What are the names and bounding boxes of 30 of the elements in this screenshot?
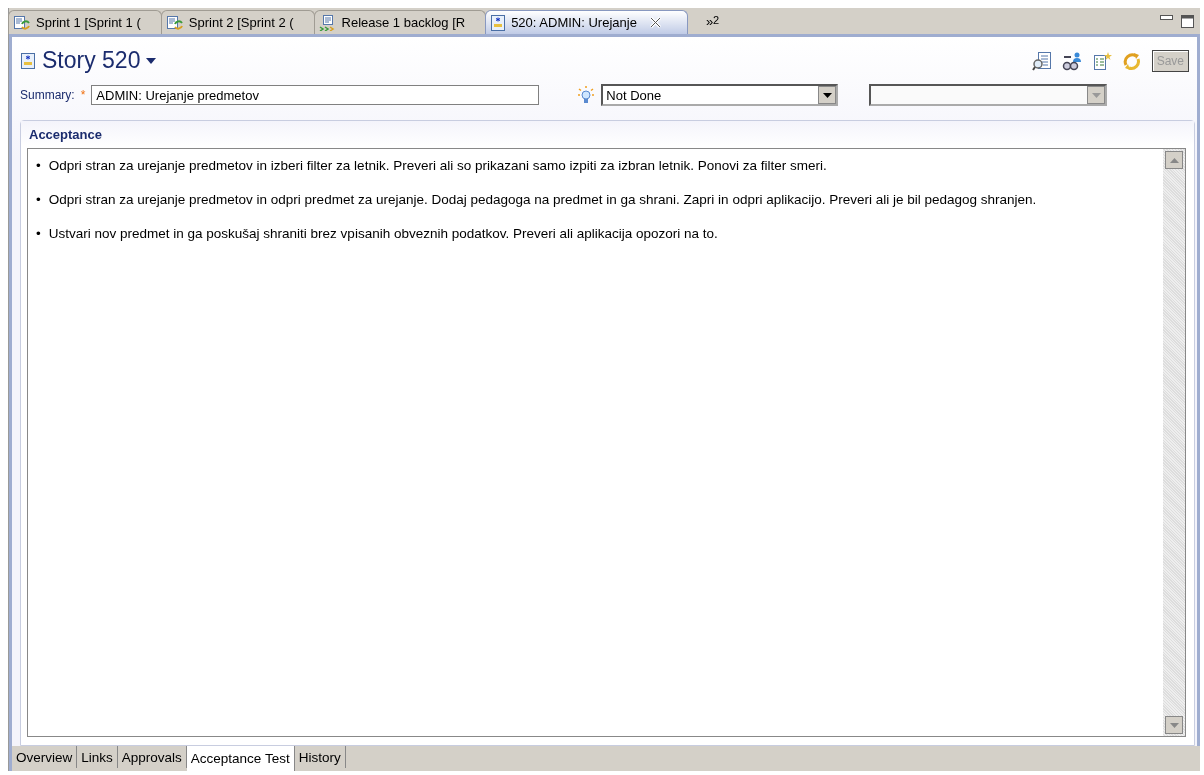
status-dropdown[interactable]: Not Done [601, 84, 839, 106]
page-tab[interactable]: Acceptance Test [186, 746, 295, 771]
caret-icon [1091, 92, 1101, 98]
caret-icon [822, 92, 832, 98]
editor-tab[interactable]: Release 1 backlog [R [313, 10, 487, 34]
document-refresh-icon [13, 14, 31, 31]
summary-field[interactable]: ADMIN: Urejanje predmetov [91, 85, 540, 105]
story-icon [20, 52, 36, 69]
list-star-icon[interactable] [1091, 50, 1112, 71]
acceptance-criterion: Odpri stran za urejanje predmetov in izberi filter za letnik. Preveri ali so prikazani samo izpiti za izbran letnik. Ponovi za filter smeri. [48, 158, 827, 173]
editor-tab[interactable]: Sprint 1 [Sprint 1 ( [8, 10, 162, 34]
editor-title: Story 520 [42, 47, 141, 74]
release-backlog-icon [318, 14, 337, 31]
dropdown-caret-icon[interactable] [146, 57, 157, 64]
minimize-icon[interactable] [1160, 14, 1173, 21]
editor-tab[interactable]: 520: ADMIN: Urejanje [485, 10, 688, 34]
bullet: • [36, 226, 41, 241]
story-icon [490, 14, 507, 31]
summary-label: Summary: [20, 88, 75, 102]
lightbulb-icon [577, 85, 596, 105]
maximize-icon[interactable] [1181, 14, 1194, 28]
binoculars-person-icon[interactable] [1061, 50, 1082, 71]
required-marker: * [80, 88, 86, 102]
acceptance-criterion: Odpri stran za urejanje predmetov in odpri predmet za urejanje. Dodaj pedagoga na predmet in ga shrani. Zapri in odpri aplikacijo. Preveri ali je bil pedagog shranjen. [48, 192, 1037, 207]
document-refresh-icon [165, 14, 184, 31]
acceptance-criterion: Ustvari nov predmet in ga poskušaj shraniti brez vpisanih obveznih podatkov. Preveri ali aplikacija opozori na to. [48, 226, 718, 241]
bullet: • [36, 158, 41, 173]
search-document-icon[interactable] [1031, 50, 1052, 71]
close-icon[interactable] [649, 17, 661, 28]
bullet: • [36, 192, 41, 207]
